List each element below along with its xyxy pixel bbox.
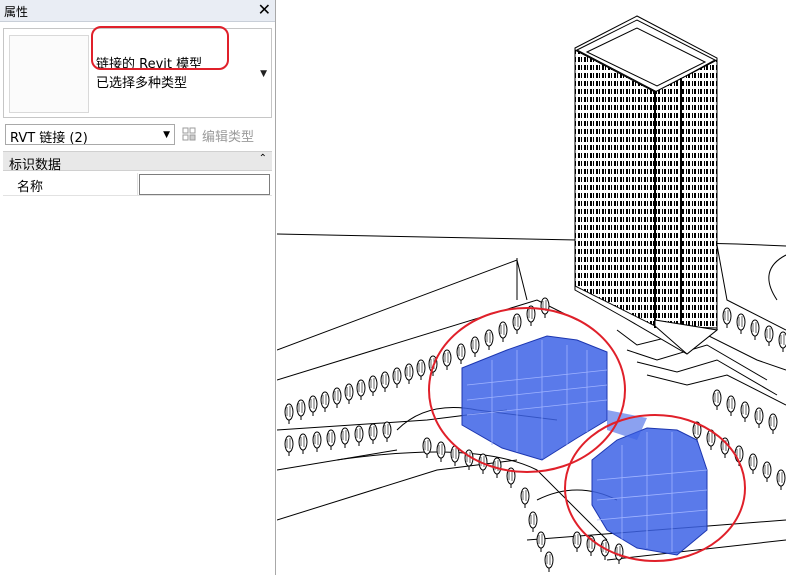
palette-title: 属性 bbox=[4, 5, 29, 19]
name-field[interactable] bbox=[139, 174, 270, 195]
chevron-down-icon[interactable]: ▼ bbox=[260, 69, 267, 79]
close-icon[interactable]: ✕ bbox=[258, 0, 271, 20]
tree-row-3 bbox=[422, 437, 554, 573]
chevron-down-icon[interactable]: ▼ bbox=[163, 130, 170, 140]
type-preview-image bbox=[9, 35, 89, 113]
group-label: 标识数据 bbox=[9, 158, 62, 173]
property-label: 名称 bbox=[17, 180, 44, 195]
filter-value: RVT 链接 (2) bbox=[10, 131, 88, 146]
properties-palette: 属性 ✕ 链接的 Revit 模型 已选择多种类型 ▼ RVT 链接 (2) ▼… bbox=[0, 0, 276, 575]
edit-type-label: 编辑类型 bbox=[202, 130, 255, 145]
edit-type-icon bbox=[182, 127, 196, 141]
group-identity-data[interactable]: 标识数据 ⌃ bbox=[3, 151, 272, 173]
tower-building bbox=[574, 15, 719, 355]
collapse-icon[interactable]: ⌃ bbox=[259, 153, 267, 164]
edit-type-button[interactable]: 编辑类型 bbox=[180, 124, 272, 145]
highlight-ellipse bbox=[91, 26, 229, 70]
category-filter-dropdown[interactable]: RVT 链接 (2) ▼ bbox=[5, 124, 175, 146]
type-name-label: 已选择多种类型 bbox=[96, 76, 188, 91]
palette-titlebar: 属性 ✕ bbox=[0, 0, 275, 22]
row-divider bbox=[137, 173, 138, 196]
property-row-name: 名称 bbox=[3, 173, 272, 196]
tree-row-2 bbox=[284, 421, 392, 457]
model-drawing bbox=[277, 15, 786, 573]
3d-view-canvas[interactable] bbox=[277, 0, 786, 575]
